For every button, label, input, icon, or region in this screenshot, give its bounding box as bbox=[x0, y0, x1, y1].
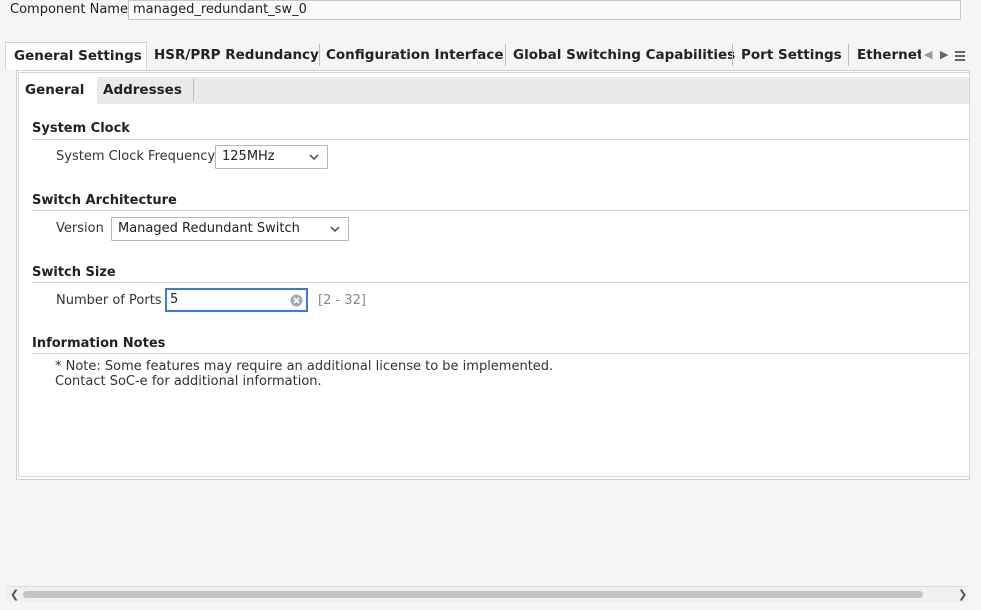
section-title-information-notes: Information Notes bbox=[32, 336, 166, 351]
subtab-content-panel bbox=[18, 72, 970, 477]
section-divider bbox=[32, 139, 969, 140]
tab-port-settings[interactable]: Port Settings bbox=[733, 42, 849, 70]
system-clock-frequency-value: 125MHz bbox=[222, 149, 275, 164]
version-label: Version bbox=[56, 221, 104, 236]
system-clock-frequency-label: System Clock Frequency bbox=[56, 149, 216, 164]
number-of-ports-label: Number of Ports bbox=[56, 293, 162, 308]
section-divider bbox=[32, 353, 969, 354]
subtab-addresses[interactable]: Addresses bbox=[97, 77, 193, 104]
section-divider bbox=[32, 210, 969, 211]
main-tab-bar: General Settings HSR/PRP Redundancy Conf… bbox=[5, 42, 975, 70]
sub-tab-bar: General Addresses bbox=[19, 77, 969, 104]
chevron-right-icon[interactable]: ▶ bbox=[940, 48, 948, 61]
license-note: * Note: Some features may require an add… bbox=[55, 359, 554, 374]
scrollbar-thumb[interactable] bbox=[23, 591, 923, 598]
number-of-ports-value: 5 bbox=[170, 292, 179, 307]
tab-global-switching-capabilities[interactable]: Global Switching Capabilities bbox=[505, 42, 735, 70]
subtab-general[interactable]: General bbox=[19, 77, 97, 104]
tab-configuration-interface[interactable]: Configuration Interface bbox=[318, 42, 506, 70]
number-of-ports-range: [2 - 32] bbox=[318, 293, 366, 308]
section-title-switch-size: Switch Size bbox=[32, 265, 116, 280]
section-title-switch-architecture: Switch Architecture bbox=[32, 193, 177, 208]
component-name-row: Component Name managed_redundant_sw_0 bbox=[0, 0, 981, 22]
chevron-down-icon bbox=[330, 226, 340, 233]
tab-ethernet[interactable]: Ethernet bbox=[849, 42, 921, 70]
number-of-ports-input[interactable]: 5 bbox=[165, 288, 308, 312]
tab-general-settings[interactable]: General Settings bbox=[5, 42, 147, 70]
version-select[interactable]: Managed Redundant Switch bbox=[111, 217, 349, 241]
tab-hsr-prp-redundancy[interactable]: HSR/PRP Redundancy bbox=[146, 42, 320, 70]
contact-note: Contact SoC-e for additional information… bbox=[55, 374, 322, 389]
scroll-right-icon[interactable]: ❯ bbox=[958, 588, 967, 601]
chevron-down-icon bbox=[309, 154, 319, 161]
chevron-left-icon[interactable]: ◀ bbox=[924, 48, 932, 61]
subtab-separator bbox=[193, 79, 194, 101]
version-value: Managed Redundant Switch bbox=[118, 221, 300, 236]
scroll-left-icon[interactable]: ❮ bbox=[10, 588, 19, 601]
hamburger-menu-icon[interactable] bbox=[955, 51, 965, 63]
section-title-system-clock: System Clock bbox=[32, 121, 130, 136]
component-name-label: Component Name bbox=[10, 2, 128, 17]
component-name-input[interactable]: managed_redundant_sw_0 bbox=[128, 0, 961, 20]
clear-icon[interactable] bbox=[290, 294, 303, 307]
horizontal-scrollbar[interactable]: ❮ ❯ bbox=[6, 586, 968, 602]
system-clock-frequency-select[interactable]: 125MHz bbox=[215, 145, 328, 169]
section-divider bbox=[32, 282, 969, 283]
